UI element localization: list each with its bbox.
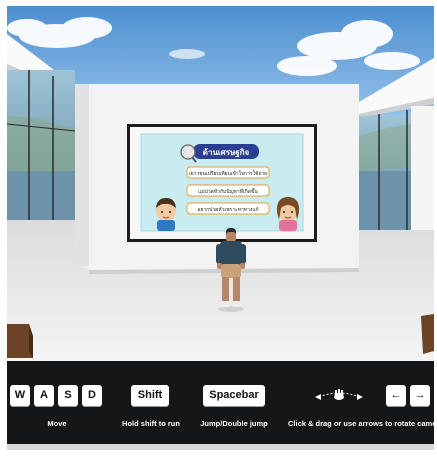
slide-line-1: เยาวชนเปรียบเทียบเข้าใจการใช้จ่าย [189,170,267,177]
bottom-strip [7,444,434,450]
key-shift: Shift [131,385,169,406]
drag-hand-icon [315,389,363,400]
jump-label: Jump/Double jump [200,419,268,428]
gallery-scene[interactable]: ด้านเศรษฐกิจ เยาวชนเปรียบเทียบเข้าใจการใ… [7,6,434,361]
slide-line-3: อยากปวดหัวเพราะหาทางแก้ [197,206,258,213]
boy-character [156,198,176,231]
key-s: S [58,385,78,406]
key-w: W [10,385,30,406]
move-label: Move [47,419,67,428]
key-a: A [34,385,54,406]
key-spacebar: Spacebar [203,385,265,406]
girl-character [276,197,300,231]
key-right-arrow: → [410,385,430,406]
controls-bar: W A S D Move Shift Hold shift to run Spa… [7,361,434,444]
game-viewport[interactable]: ด้านเศรษฐกิจ เยาวชนเปรียบเทียบเข้าใจการใ… [7,6,434,444]
slide-title: ด้านเศรษฐกิจ [203,147,250,158]
key-left-arrow: ← [386,385,406,406]
rotate-label: Click & drag or use arrows to rotate cam… [288,419,434,428]
key-d: D [82,385,102,406]
right-bench [421,314,434,354]
run-label: Hold shift to run [122,419,180,428]
